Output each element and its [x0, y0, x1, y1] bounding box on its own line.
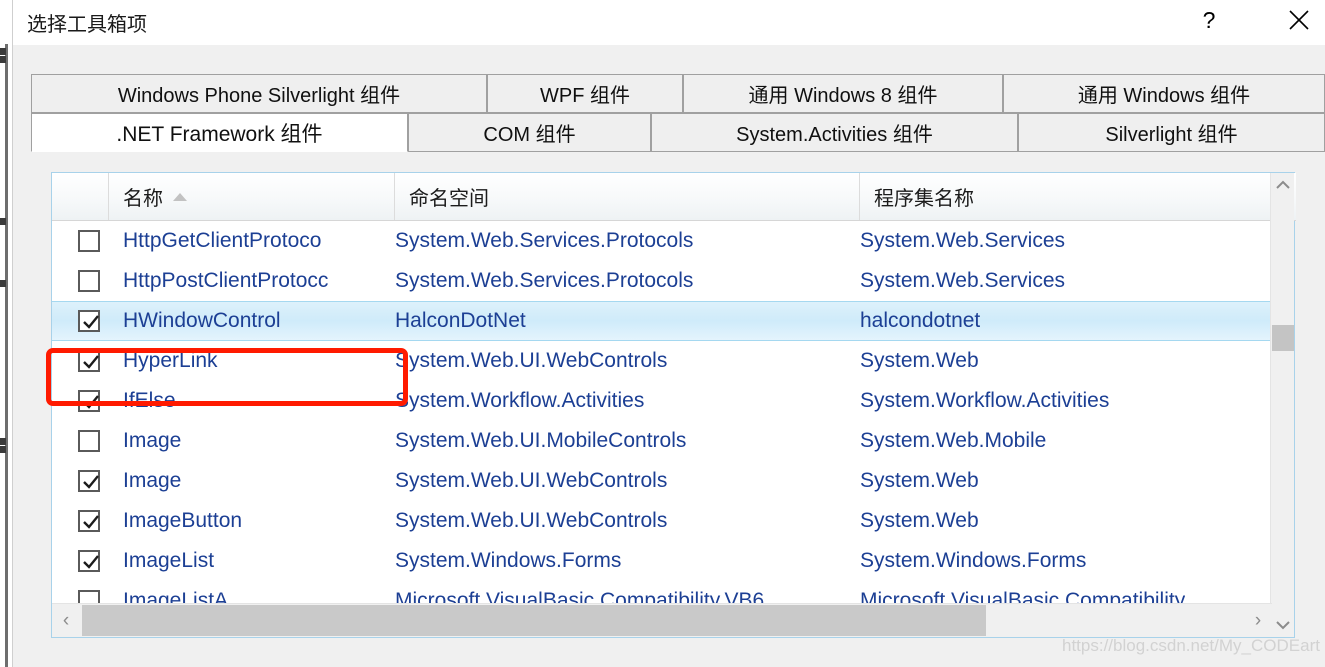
column-header-checkbox[interactable]	[52, 173, 109, 220]
tab-label: Windows Phone Silverlight 组件	[117, 85, 401, 107]
toolbox-items-list: 名称 命名空间 程序集名称 HttpGetClientProtoco System…	[51, 172, 1296, 638]
cell-namespace: System.Workflow.Activities	[395, 389, 645, 412]
choose-toolbox-items-dialog: 选择工具箱项 ? Windows Phone Silverlight 组件 WP…	[12, 0, 1325, 667]
tab-label: Silverlight 组件	[1105, 124, 1238, 146]
cell-namespace: System.Web.Services.Protocols	[395, 229, 694, 252]
cell-name: ImageButton	[123, 509, 243, 532]
column-header-label: 名称	[123, 188, 163, 210]
cell-assembly: System.Web.Services	[860, 229, 1066, 252]
table-row[interactable]: HWindowControl HalconDotNet halcondotnet	[52, 301, 1272, 341]
table-row[interactable]: ImageButton System.Web.UI.WebControls Syst…	[52, 501, 1272, 541]
cell-name: Image	[123, 469, 182, 492]
close-button[interactable]	[1271, 0, 1325, 40]
cell-assembly: System.Web.Mobile	[860, 429, 1047, 452]
tab-label: 通用 Windows 组件	[1077, 85, 1251, 107]
tab-label: COM 组件	[483, 124, 576, 146]
row-checkbox[interactable]	[78, 310, 100, 332]
sort-ascending-icon	[173, 192, 187, 201]
help-button[interactable]: ?	[1181, 0, 1237, 40]
row-checkbox[interactable]	[78, 350, 100, 372]
cell-namespace: System.Web.Services.Protocols	[395, 269, 694, 292]
cell-assembly: System.Web	[860, 509, 979, 532]
scroll-right-icon[interactable]: ›	[1244, 604, 1272, 637]
row-checkbox[interactable]	[78, 230, 100, 252]
cell-name: HWindowControl	[123, 309, 281, 332]
tab-wpf[interactable]: WPF 组件	[487, 74, 683, 113]
tab-label: WPF 组件	[540, 85, 630, 107]
cell-assembly: System.Windows.Forms	[860, 549, 1087, 572]
cell-namespace: System.Windows.Forms	[395, 549, 622, 572]
tab-windows-phone-silverlight[interactable]: Windows Phone Silverlight 组件	[31, 74, 487, 113]
cell-assembly: System.Web.Services	[860, 269, 1066, 292]
table-row[interactable]: HttpGetClientProtoco System.Web.Services.…	[52, 221, 1272, 261]
cell-assembly: halcondotnet	[860, 309, 981, 332]
cell-name: HttpPostClientProtocc	[123, 269, 329, 292]
column-header-label: 程序集名称	[874, 188, 974, 210]
scroll-down-icon[interactable]	[1271, 613, 1295, 637]
table-row[interactable]: Image System.Web.UI.MobileControls System.…	[52, 421, 1272, 461]
tab-label: .NET Framework 组件	[116, 122, 323, 146]
tab-label: 通用 Windows 8 组件	[748, 85, 938, 107]
horizontal-scrollbar-thumb[interactable]	[82, 605, 986, 636]
table-row[interactable]: ImageList System.Windows.Forms System.Wind…	[52, 541, 1272, 581]
dialog-body: Windows Phone Silverlight 组件 WPF 组件 通用 W…	[13, 45, 1325, 667]
column-header-namespace[interactable]: 命名空间	[395, 173, 860, 220]
row-checkbox[interactable]	[78, 550, 100, 572]
cell-assembly: System.Workflow.Activities	[860, 389, 1110, 412]
tab-universal-windows-8[interactable]: 通用 Windows 8 组件	[683, 74, 1003, 113]
table-row[interactable]: IfElse System.Workflow.Activities System.W…	[52, 381, 1272, 421]
cell-namespace: System.Web.UI.MobileControls	[395, 429, 687, 452]
table-row[interactable]: HyperLink System.Web.UI.WebControls System…	[52, 341, 1272, 381]
vertical-scrollbar[interactable]	[1270, 173, 1294, 637]
table-row[interactable]: Image System.Web.UI.WebControls System.Web	[52, 461, 1272, 501]
cell-name: HyperLink	[123, 349, 218, 372]
scroll-up-icon[interactable]	[1271, 173, 1295, 197]
column-header-label: 命名空间	[409, 188, 489, 210]
cell-namespace: HalconDotNet	[395, 309, 526, 332]
cell-name: HttpGetClientProtoco	[123, 229, 322, 252]
tab-com[interactable]: COM 组件	[408, 113, 651, 152]
row-checkbox[interactable]	[78, 270, 100, 292]
close-icon	[1286, 7, 1312, 33]
column-header-assembly[interactable]: 程序集名称	[860, 173, 1272, 220]
tab-dotnet-framework[interactable]: .NET Framework 组件	[31, 113, 408, 152]
tab-silverlight[interactable]: Silverlight 组件	[1018, 113, 1325, 152]
background-window-edge	[0, 0, 12, 667]
cell-namespace: System.Web.UI.WebControls	[395, 509, 668, 532]
row-checkbox[interactable]	[78, 510, 100, 532]
cell-name: ImageList	[123, 549, 215, 572]
table-row[interactable]: HttpPostClientProtocc System.Web.Services…	[52, 261, 1272, 301]
row-checkbox[interactable]	[78, 390, 100, 412]
cell-namespace: System.Web.UI.WebControls	[395, 469, 668, 492]
cell-name: Image	[123, 429, 182, 452]
tab-strip: Windows Phone Silverlight 组件 WPF 组件 通用 W…	[13, 45, 1325, 157]
title-bar: 选择工具箱项 ?	[13, 0, 1325, 45]
tab-universal-windows[interactable]: 通用 Windows 组件	[1003, 74, 1325, 113]
page-title: 选择工具箱项	[27, 14, 147, 36]
question-mark-icon: ?	[1202, 6, 1216, 33]
row-checkbox[interactable]	[78, 430, 100, 452]
list-rows-viewport[interactable]: HttpGetClientProtoco System.Web.Services.…	[52, 221, 1272, 606]
vertical-scrollbar-thumb[interactable]	[1272, 325, 1294, 351]
cell-namespace: System.Web.UI.WebControls	[395, 349, 668, 372]
cell-assembly: System.Web	[860, 349, 979, 372]
horizontal-scrollbar[interactable]: ‹ ›	[52, 603, 1272, 637]
list-header-row: 名称 命名空间 程序集名称	[52, 173, 1296, 221]
column-header-name[interactable]: 名称	[109, 173, 395, 220]
tab-system-activities[interactable]: System.Activities 组件	[651, 113, 1018, 152]
row-checkbox[interactable]	[78, 470, 100, 492]
screenshot-root: 选择工具箱项 ? Windows Phone Silverlight 组件 WP…	[0, 0, 1325, 667]
cell-name: IfElse	[123, 389, 176, 412]
tab-label: System.Activities 组件	[736, 124, 933, 146]
scroll-left-icon[interactable]: ‹	[52, 604, 80, 637]
cell-assembly: System.Web	[860, 469, 979, 492]
